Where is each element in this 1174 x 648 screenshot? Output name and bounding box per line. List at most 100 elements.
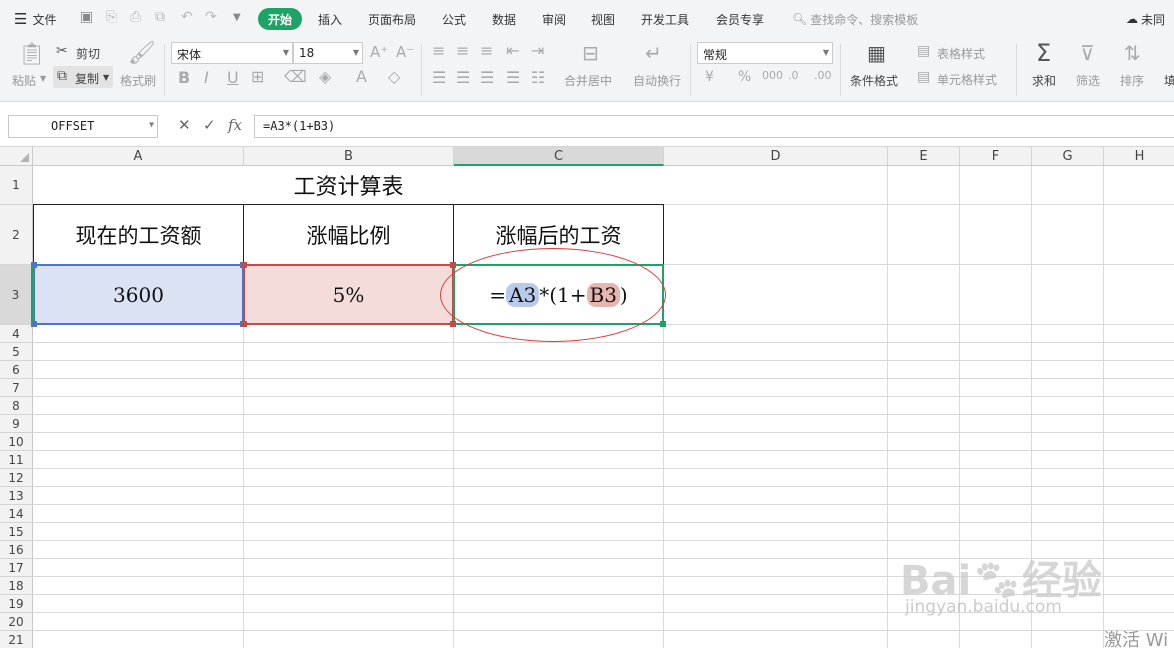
conditional-format-button[interactable]: 条件格式 [850,72,898,89]
align-left-icon[interactable]: ☰ [432,68,446,87]
increase-font-icon[interactable]: A⁺ [370,43,388,61]
justify-icon[interactable]: ☰ [506,68,520,87]
merge-center-icon[interactable]: ⊟ [582,41,599,65]
row-header-18[interactable]: 18 [0,577,33,595]
row-header-4[interactable]: 4 [0,325,33,343]
sum-icon[interactable]: Σ [1036,39,1051,67]
cell-b2-header[interactable]: 涨幅比例 [243,204,454,265]
currency-icon[interactable]: ¥ [705,69,714,85]
fx-icon[interactable]: fx [228,116,242,134]
row-header-17[interactable]: 17 [0,559,33,577]
ref-handle[interactable] [450,262,456,268]
row-header-16[interactable]: 16 [0,541,33,559]
decrease-font-icon[interactable]: A⁻ [396,43,414,61]
ref-handle[interactable] [31,321,37,327]
wrap-text-button[interactable]: 自动换行 [633,72,681,89]
scissors-icon[interactable]: ✂ [56,43,68,59]
font-name-select[interactable]: 宋体 ▼ [171,42,293,64]
cell-a3[interactable]: 3600 [33,264,244,325]
undo-icon[interactable]: ↶ [181,9,193,25]
print-icon[interactable]: ⎙ [130,9,141,25]
fill-color-icon[interactable]: ◈ [319,67,331,86]
row-header-20[interactable]: 20 [0,613,33,631]
ref-handle[interactable] [31,262,37,268]
cell-style-button[interactable]: 单元格样式 [937,71,997,88]
row-header-3[interactable]: 3 [0,265,33,325]
tab-developer[interactable]: 开发工具 [641,0,689,38]
cell-a2-header[interactable]: 现在的工资额 [33,204,244,265]
sheet-title-cell[interactable]: 工资计算表 [33,166,664,205]
redo-icon[interactable]: ↷ [205,9,217,25]
row-header-5[interactable]: 5 [0,343,33,361]
tab-view[interactable]: 视图 [591,0,615,38]
increase-decimal-icon[interactable]: .0 [788,69,799,82]
paste-button[interactable]: 粘贴 [12,72,36,89]
distribute-icon[interactable]: ☷ [531,68,545,87]
row-header-14[interactable]: 14 [0,505,33,523]
quick-access-dropdown-icon[interactable]: ▼ [233,12,241,23]
cancel-icon[interactable]: ✕ [178,116,191,134]
row-header-15[interactable]: 15 [0,523,33,541]
fill-handle[interactable] [660,321,666,327]
wrap-text-icon[interactable]: ↵ [645,41,662,65]
confirm-icon[interactable]: ✓ [203,116,216,134]
tab-insert[interactable]: 插入 [318,0,342,38]
column-header-g[interactable]: G [1032,147,1104,166]
tab-formulas[interactable]: 公式 [442,0,466,38]
row-header-11[interactable]: 11 [0,451,33,469]
paste-icon[interactable]: 📋︎ [18,42,46,67]
row-header-2[interactable]: 2 [0,205,33,265]
export-icon[interactable]: ⎘ [106,9,117,25]
sum-button[interactable]: 求和 [1032,72,1056,89]
ref-handle[interactable] [450,321,456,327]
indent-decrease-icon[interactable]: ⇤ [506,41,519,60]
column-header-b[interactable]: B [244,147,454,166]
row-header-12[interactable]: 12 [0,469,33,487]
cell-style-icon[interactable]: ▤ [917,69,930,85]
row-header-8[interactable]: 8 [0,397,33,415]
border-icon[interactable]: ⊞ [251,67,264,86]
italic-icon[interactable]: I [204,68,209,87]
align-center-icon[interactable]: ☰ [456,68,470,87]
sort-button[interactable]: 排序 [1120,72,1144,89]
tab-review[interactable]: 审阅 [542,0,566,38]
name-box[interactable]: OFFSET ▼ [8,115,158,138]
row-header-13[interactable]: 13 [0,487,33,505]
table-style-button[interactable]: 表格样式 [937,45,985,62]
font-color-icon[interactable]: A [356,67,367,86]
sync-status[interactable]: ☁ 未同 [1126,0,1165,38]
merge-center-button[interactable]: 合并居中 [564,72,612,89]
column-header-h[interactable]: H [1104,147,1174,166]
row-header-9[interactable]: 9 [0,415,33,433]
preview-icon[interactable]: ⧉ [155,9,165,25]
row-header-1[interactable]: 1 [0,166,33,205]
tab-data[interactable]: 数据 [492,0,516,38]
table-style-icon[interactable]: ▤ [917,43,930,59]
clear-format-icon[interactable]: ⌫ [284,67,307,86]
tab-member[interactable]: 会员专享 [716,0,764,38]
command-search[interactable]: 🔍︎ 查找命令、搜索模板 [792,0,918,38]
row-header-19[interactable]: 19 [0,595,33,613]
row-header-10[interactable]: 10 [0,433,33,451]
align-top-icon[interactable]: ≡ [432,41,445,60]
row-header-7[interactable]: 7 [0,379,33,397]
copy-button[interactable]: ⧉ 复制 ▼ [53,66,113,88]
decrease-decimal-icon[interactable]: .00 [814,69,832,82]
percent-icon[interactable]: % [738,69,751,85]
column-header-f[interactable]: F [960,147,1032,166]
column-header-d[interactable]: D [664,147,888,166]
font-size-select[interactable]: 18 ▼ [293,42,363,64]
cell-b3[interactable]: 5% [243,264,454,325]
thousands-icon[interactable]: 000 [762,69,783,82]
cut-button[interactable]: 剪切 [76,45,100,62]
align-right-icon[interactable]: ☰ [480,68,494,87]
column-header-c[interactable]: C [454,147,664,166]
filter-button[interactable]: 筛选 [1076,72,1100,89]
filter-icon[interactable]: ⊽ [1080,41,1095,65]
tab-page-layout[interactable]: 页面布局 [368,0,416,38]
save-icon[interactable]: ▣ [80,9,93,25]
column-header-e[interactable]: E [888,147,960,166]
align-bottom-icon[interactable]: ≡ [480,41,493,60]
indent-increase-icon[interactable]: ⇥ [531,41,544,60]
file-menu[interactable]: ☰ 文件 [14,0,56,38]
